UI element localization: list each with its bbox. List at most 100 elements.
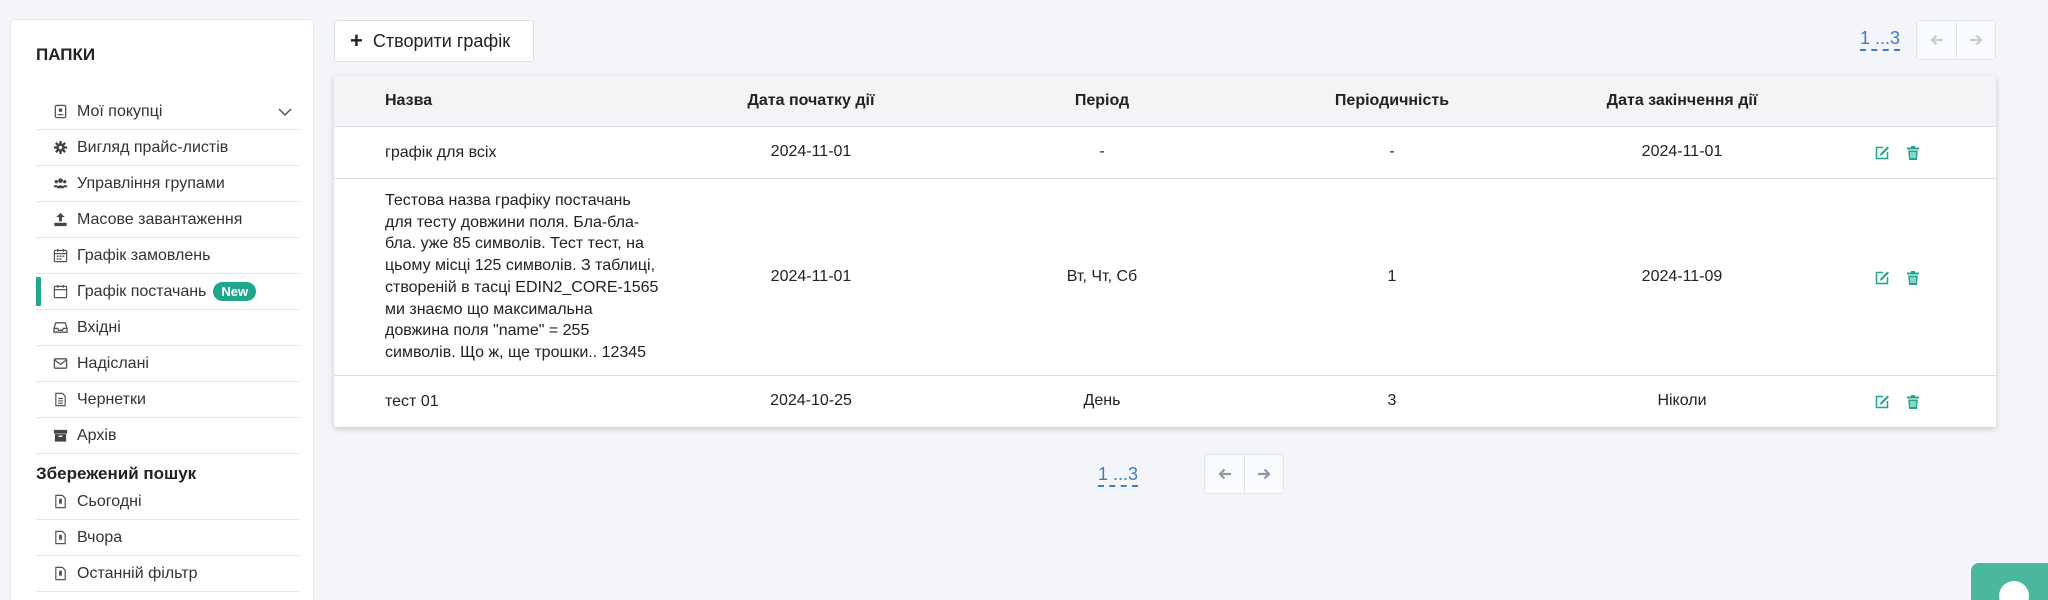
- users-icon: [51, 175, 69, 193]
- row-frequency: 1: [1387, 268, 1397, 285]
- create-schedule-button[interactable]: + Створити графік: [334, 20, 534, 62]
- sidebar-item-order-schedule[interactable]: Графік замовлень: [36, 238, 299, 274]
- sidebar-item-label: Останній фільтр: [77, 564, 198, 582]
- saved-search-list: Сьогодні Вчора Останній фільтр: [36, 484, 299, 592]
- column-header-frequency: Періодичність: [1334, 92, 1450, 109]
- sidebar-item-archive[interactable]: Архів: [36, 418, 299, 454]
- table-row: тест 01 2024-10-25 День 3 Ніколи: [334, 376, 1996, 427]
- arrow-left-icon: [1217, 468, 1231, 480]
- row-name-line: для тесту довжини поля. Бла-бла-: [385, 213, 640, 231]
- sidebar-item-label: Управління групами: [77, 174, 225, 192]
- saved-search-title: Збережений пошук: [36, 464, 197, 483]
- row-name-line: тест 01: [385, 393, 439, 410]
- saved-file-icon: [51, 529, 69, 547]
- row-name: Тестова назва графіку постачань для тест…: [385, 190, 665, 364]
- user-badge-icon: [51, 103, 69, 121]
- row-end-date: Ніколи: [1657, 392, 1707, 409]
- table-header: Назва Дата початку дії Період Періодичні…: [334, 76, 1996, 127]
- chevron-down-icon[interactable]: [276, 103, 294, 121]
- envelope-icon: [51, 355, 69, 373]
- bottom-pager-pages[interactable]: 1 ...3: [1098, 464, 1139, 487]
- row-name-line: графік для всіх: [385, 144, 497, 161]
- row-name-line: цьому місці 125 символів. З таблиці,: [385, 257, 656, 275]
- prev-page-button[interactable]: [1917, 21, 1956, 59]
- saved-file-icon: [51, 493, 69, 511]
- sidebar-item-label: Чернетки: [77, 390, 146, 408]
- trash-icon[interactable]: [1905, 394, 1921, 410]
- sidebar-item-delivery-schedule[interactable]: Графік постачань New: [36, 274, 299, 310]
- arrow-right-icon: [1970, 34, 1983, 46]
- arrow-right-icon: [1258, 468, 1271, 480]
- saved-item-yesterday[interactable]: Вчора: [36, 520, 299, 556]
- row-frequency: 3: [1387, 392, 1397, 409]
- row-name: графік для всіх: [385, 142, 665, 164]
- table-row: Тестова назва графіку постачань для тест…: [334, 179, 1996, 376]
- prev-page-button[interactable]: [1205, 455, 1244, 493]
- sidebar-item-label: Надіслані: [77, 354, 149, 372]
- sidebar-item-my-buyers[interactable]: Мої покупці: [36, 94, 299, 130]
- saved-item-today[interactable]: Сьогодні: [36, 484, 299, 520]
- sidebar-item-label: Мої покупці: [77, 102, 163, 120]
- row-name-line: ми знаємо що максимальна: [385, 300, 593, 318]
- sidebar-item-groups[interactable]: Управління групами: [36, 166, 299, 202]
- document-icon: [51, 391, 69, 409]
- sidebar-item-label: Масове завантаження: [77, 210, 243, 228]
- row-end-date: 2024-11-01: [1641, 143, 1723, 160]
- arrow-left-icon: [1929, 34, 1943, 46]
- column-header-end-date: Дата закінчення дії: [1606, 92, 1758, 109]
- sidebar-item-label: Графік замовлень: [77, 246, 211, 264]
- sidebar-item-drafts[interactable]: Чернетки: [36, 382, 299, 418]
- row-frequency: -: [1389, 143, 1395, 160]
- bottom-pager-nav: [1204, 454, 1284, 494]
- sidebar-item-label: Вигляд прайс-листів: [77, 138, 229, 156]
- top-pager-nav: [1916, 20, 1996, 60]
- sidebar-item-label: Графік постачань: [77, 282, 207, 300]
- folders-list: Мої покупці Вигляд прайс-листів Управлін…: [36, 94, 299, 454]
- trash-icon[interactable]: [1905, 270, 1921, 286]
- row-end-date: 2024-11-09: [1641, 268, 1723, 285]
- sidebar-item-sent[interactable]: Надіслані: [36, 346, 299, 382]
- edit-icon[interactable]: [1874, 394, 1890, 410]
- row-period: -: [1099, 143, 1105, 160]
- edit-icon[interactable]: [1874, 145, 1890, 161]
- table-row: графік для всіх 2024-11-01 - - 2024-11-0…: [334, 127, 1996, 179]
- new-badge: New: [213, 282, 257, 301]
- delivery-schedule-table: Назва Дата початку дії Період Періодичні…: [334, 76, 1996, 427]
- row-name-line: символів. Що ж, ще трошки.. 12345: [385, 343, 647, 361]
- row-name-line: бла. уже 85 символів. Тест тест, на: [385, 235, 644, 253]
- row-name: тест 01: [385, 391, 665, 413]
- saved-file-icon: [51, 565, 69, 583]
- inbox-icon: [51, 319, 69, 337]
- sidebar-item-mass-upload[interactable]: Масове завантаження: [36, 202, 299, 238]
- edit-icon[interactable]: [1874, 270, 1890, 286]
- next-page-button[interactable]: [1244, 455, 1283, 493]
- calendar-icon: [51, 283, 69, 301]
- trash-icon[interactable]: [1905, 145, 1921, 161]
- column-header-name: Назва: [385, 92, 433, 109]
- plus-icon: +: [350, 28, 363, 53]
- row-start-date: 2024-10-25: [770, 392, 852, 409]
- column-header-period: Період: [1074, 92, 1130, 109]
- sidebar-item-label: Архів: [77, 426, 117, 444]
- row-name-line: створеній в тасці EDIN2_CORE-1565: [385, 278, 659, 296]
- row-name-line: Тестова назва графіку постачань: [385, 192, 631, 209]
- row-actions: [1874, 145, 1921, 161]
- chat-widget-button[interactable]: [1971, 563, 2048, 600]
- sidebar-item-label: Сьогодні: [77, 492, 142, 510]
- row-period: Вт, Чт, Сб: [1066, 268, 1138, 285]
- upload-icon: [51, 211, 69, 229]
- create-schedule-label: Створити графік: [372, 30, 511, 51]
- row-name-line: довжина поля "name" = 255: [385, 322, 590, 340]
- row-start-date: 2024-11-01: [770, 143, 852, 160]
- top-pager-pages[interactable]: 1 ...3: [1860, 28, 1901, 51]
- row-actions: [1874, 270, 1921, 286]
- calendar-icon: [51, 247, 69, 265]
- sidebar-item-price-view[interactable]: Вигляд прайс-листів: [36, 130, 299, 166]
- sidebar-item-label: Вчора: [77, 528, 123, 546]
- next-page-button[interactable]: [1956, 21, 1995, 59]
- folders-title: ПАПКИ: [36, 45, 96, 64]
- row-start-date: 2024-11-01: [770, 268, 852, 285]
- saved-item-last-filter[interactable]: Останній фільтр: [36, 556, 299, 592]
- sidebar-item-inbox[interactable]: Вхідні: [36, 310, 299, 346]
- column-header-start-date: Дата початку дії: [747, 92, 875, 109]
